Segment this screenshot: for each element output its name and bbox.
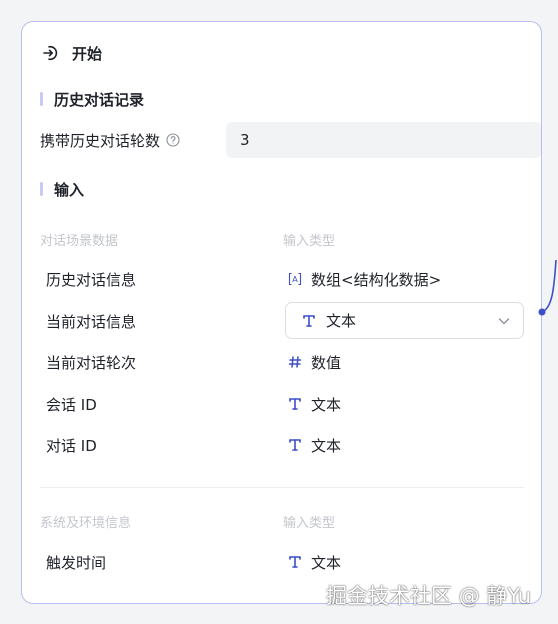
- text-t-icon: [286, 436, 304, 454]
- hash-icon: [286, 353, 304, 371]
- type-cell: 文本: [286, 551, 341, 573]
- input-section-title: 输入: [40, 179, 84, 199]
- group-divider: [40, 487, 524, 488]
- row-label: 会话 ID: [46, 396, 97, 414]
- text-t-icon: [286, 553, 304, 571]
- login-arrow-icon: [42, 44, 60, 62]
- start-node-card[interactable]: 开始 历史对话记录 携带历史对话轮数 3 输入 对话场景数据 输入类型 历史对话…: [21, 21, 542, 604]
- history-rounds-row: 携带历史对话轮数 3: [40, 122, 541, 158]
- column-header-type: 输入类型: [283, 516, 336, 531]
- node-title: 开始: [72, 44, 103, 63]
- row-label: 对话 ID: [46, 437, 97, 455]
- row-label: 历史对话信息: [46, 271, 137, 289]
- row-label: 当前对话轮次: [46, 354, 137, 372]
- array-bracket-icon: A: [286, 270, 304, 288]
- input-type-select[interactable]: 文本: [285, 302, 524, 339]
- row-label: 触发时间: [46, 554, 107, 572]
- section-bar: [40, 92, 43, 106]
- text-t-icon: [286, 395, 304, 413]
- history-rounds-label: 携带历史对话轮数: [40, 131, 161, 150]
- svg-text:A: A: [292, 275, 298, 284]
- column-header-name: 系统及环境信息: [40, 516, 132, 531]
- type-cell: 文本: [286, 434, 341, 456]
- section-bar: [40, 182, 43, 196]
- node-header: 开始: [42, 42, 102, 64]
- edge-line: [541, 259, 557, 313]
- history-rounds-input[interactable]: 3: [226, 122, 541, 158]
- text-t-icon: [300, 312, 318, 330]
- watermark: 掘金技术社区 @ 静Yu: [326, 584, 532, 608]
- chevron-down-icon: [497, 314, 511, 332]
- column-header-type: 输入类型: [283, 234, 336, 249]
- column-header-name: 对话场景数据: [40, 234, 119, 249]
- output-connector[interactable]: [526, 250, 558, 330]
- type-cell: 数值: [286, 351, 341, 373]
- question-circle-icon[interactable]: [166, 133, 180, 147]
- history-section-title: 历史对话记录: [40, 89, 144, 109]
- type-cell: 文本: [286, 393, 341, 415]
- row-label: 当前对话信息: [46, 313, 137, 331]
- type-cell: A 数组<结构化数据>: [286, 268, 441, 290]
- output-handle[interactable]: [538, 308, 546, 316]
